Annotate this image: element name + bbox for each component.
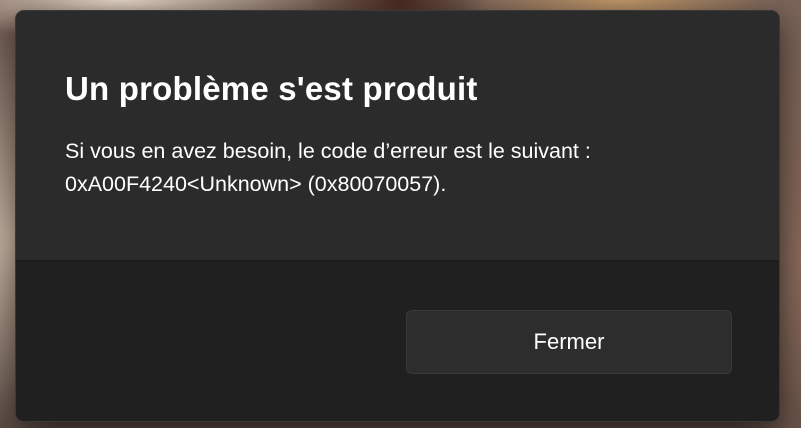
error-dialog: Un problème s'est produit Si vous en ave…: [15, 10, 780, 422]
dialog-content: Un problème s'est produit Si vous en ave…: [16, 11, 779, 260]
dialog-message: Si vous en avez besoin, le code d’erreur…: [65, 135, 779, 201]
error-code-text: 0xA00F4240<Unknown> (0x80070057).: [65, 172, 447, 196]
dialog-title: Un problème s'est produit: [65, 70, 478, 107]
dialog-footer: Fermer: [16, 260, 779, 421]
close-button[interactable]: Fermer: [406, 310, 732, 374]
error-message-text: Si vous en avez besoin, le code d’erreur…: [65, 139, 591, 163]
